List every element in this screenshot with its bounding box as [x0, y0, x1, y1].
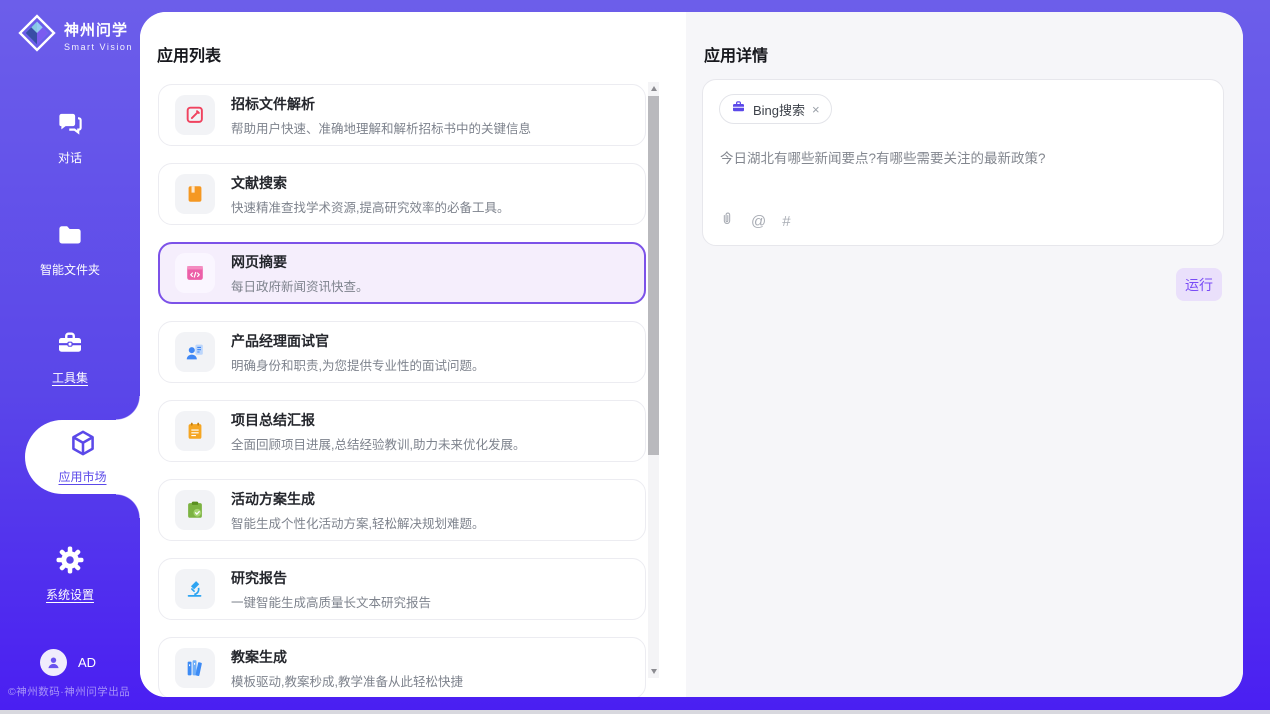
- book-icon: [175, 174, 215, 214]
- app-card-event-plan[interactable]: 活动方案生成 智能生成个性化活动方案,轻松解决规划难题。: [158, 479, 646, 541]
- input-toolbar: @ #: [719, 210, 791, 232]
- cube-icon: [67, 446, 99, 463]
- app-card-title: 研究报告: [231, 568, 431, 588]
- app-card-pm-interviewer[interactable]: 产品经理面试官 明确身份和职责,为您提供专业性的面试问题。: [158, 321, 646, 383]
- tool-tag-bing-search[interactable]: Bing搜索 ×: [719, 94, 832, 124]
- sidebar-item-label: 应用市场: [25, 468, 140, 485]
- sidebar-item-app-market[interactable]: 应用市场: [25, 427, 140, 485]
- attachment-icon[interactable]: [719, 210, 735, 232]
- close-icon[interactable]: ×: [812, 103, 820, 116]
- app-card-desc: 一键智能生成高质量长文本研究报告: [231, 592, 431, 611]
- brand-name: 神州问学 Smart Vision: [64, 19, 133, 52]
- hashtag-icon[interactable]: #: [782, 213, 790, 230]
- app-card-desc: 快速精准查找学术资源,提高研究效率的必备工具。: [231, 197, 509, 216]
- sidebar-item-smart-folder[interactable]: 智能文件夹: [0, 220, 140, 278]
- app-card-title: 教案生成: [231, 647, 463, 667]
- sidebar-item-label: 对话: [0, 149, 140, 166]
- user-name: AD: [78, 655, 96, 670]
- sidebar-item-label: 系统设置: [0, 586, 140, 603]
- bubble-corner-bottom: [116, 494, 140, 518]
- main-content: 应用列表 招标文件解析 帮助用户快速、准确地理解和解析招标书中的关键信息: [140, 12, 1243, 697]
- app-detail-panel: 应用详情 Bing搜索 × 今日湖北有哪些新闻要点?有哪些需要关注的最新政策?: [686, 12, 1243, 697]
- toolbox-icon: [55, 345, 85, 362]
- app-card-desc: 每日政府新闻资讯快查。: [231, 276, 369, 295]
- app-card-title: 产品经理面试官: [231, 331, 484, 351]
- app-card-title: 项目总结汇报: [231, 410, 525, 430]
- app-card-list: 招标文件解析 帮助用户快速、准确地理解和解析招标书中的关键信息 文献搜索 快速精…: [158, 84, 646, 697]
- list-scrollbar[interactable]: [648, 82, 659, 678]
- books-icon: [175, 648, 215, 688]
- scroll-down-arrow[interactable]: [648, 665, 659, 678]
- person-avatar-icon: [40, 649, 67, 676]
- scrollbar-thumb[interactable]: [648, 96, 659, 455]
- app-list-title: 应用列表: [157, 42, 221, 66]
- app-card-web-summary[interactable]: 网页摘要 每日政府新闻资讯快查。: [158, 242, 646, 304]
- sidebar: 神州问学 Smart Vision 对话 智能文件夹: [0, 0, 140, 710]
- microscope-icon: [175, 569, 215, 609]
- gear-icon: [55, 562, 85, 579]
- app-card-literature-search[interactable]: 文献搜索 快速精准查找学术资源,提高研究效率的必备工具。: [158, 163, 646, 225]
- chat-icon: [55, 125, 85, 142]
- folder-icon: [55, 237, 85, 254]
- app-card-bid-parsing[interactable]: 招标文件解析 帮助用户快速、准确地理解和解析招标书中的关键信息: [158, 84, 646, 146]
- sidebar-footer: ©神州数码·神州问学出品: [8, 684, 130, 699]
- interviewer-icon: [175, 332, 215, 372]
- browser-code-icon: [175, 253, 215, 293]
- bubble-corner-top: [116, 396, 140, 420]
- app-card-desc: 模板驱动,教案秒成,教学准备从此轻松快捷: [231, 671, 463, 690]
- app-logo: 神州问学 Smart Vision: [18, 14, 133, 57]
- sidebar-item-settings[interactable]: 系统设置: [0, 545, 140, 603]
- app-card-desc: 智能生成个性化活动方案,轻松解决规划难题。: [231, 513, 484, 532]
- tool-tag-label: Bing搜索: [753, 100, 805, 119]
- bottom-edge-strip: [0, 710, 1270, 714]
- prompt-input-card[interactable]: Bing搜索 × 今日湖北有哪些新闻要点?有哪些需要关注的最新政策? @ #: [702, 79, 1224, 246]
- app-card-title: 网页摘要: [231, 252, 369, 272]
- notepad-icon: [175, 411, 215, 451]
- app-detail-title: 应用详情: [704, 42, 768, 66]
- clipboard-check-icon: [175, 490, 215, 530]
- app-card-title: 活动方案生成: [231, 489, 484, 509]
- mention-icon[interactable]: @: [751, 213, 766, 230]
- app-card-project-summary[interactable]: 项目总结汇报 全面回顾项目进展,总结经验教训,助力未来优化发展。: [158, 400, 646, 462]
- briefcase-icon: [731, 99, 746, 119]
- sidebar-item-label: 智能文件夹: [0, 261, 140, 278]
- app-card-research-report[interactable]: 研究报告 一键智能生成高质量长文本研究报告: [158, 558, 646, 620]
- prompt-input[interactable]: 今日湖北有哪些新闻要点?有哪些需要关注的最新政策?: [720, 149, 1203, 169]
- run-button[interactable]: 运行: [1176, 268, 1222, 301]
- app-card-desc: 全面回顾项目进展,总结经验教训,助力未来优化发展。: [231, 434, 525, 453]
- user-account[interactable]: AD: [40, 649, 96, 676]
- app-list-panel: 应用列表 招标文件解析 帮助用户快速、准确地理解和解析招标书中的关键信息: [140, 12, 686, 697]
- sidebar-item-label: 工具集: [0, 369, 140, 386]
- scroll-up-arrow[interactable]: [648, 82, 659, 95]
- app-card-desc: 明确身份和职责,为您提供专业性的面试问题。: [231, 355, 484, 374]
- app-card-desc: 帮助用户快速、准确地理解和解析招标书中的关键信息: [231, 118, 531, 137]
- sidebar-item-chat[interactable]: 对话: [0, 108, 140, 166]
- document-pen-icon: [175, 95, 215, 135]
- app-card-lesson-plan[interactable]: 教案生成 模板驱动,教案秒成,教学准备从此轻松快捷: [158, 637, 646, 697]
- app-card-title: 招标文件解析: [231, 94, 531, 114]
- sidebar-item-toolset[interactable]: 工具集: [0, 328, 140, 386]
- diamond-logo-icon: [18, 14, 56, 57]
- app-card-title: 文献搜索: [231, 173, 509, 193]
